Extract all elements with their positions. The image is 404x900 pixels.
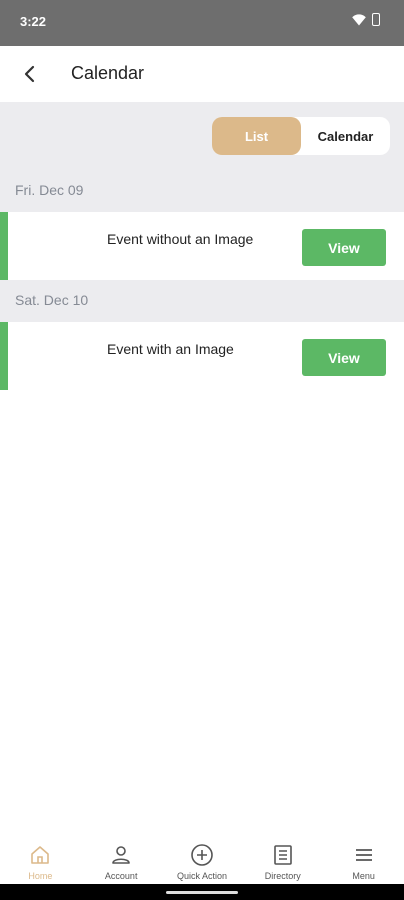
back-arrow-icon — [24, 65, 35, 83]
event-title: Event with an Image — [107, 341, 234, 357]
view-event-button[interactable]: View — [302, 339, 386, 376]
nav-label: Directory — [264, 871, 301, 881]
nav-menu[interactable]: Menu — [323, 834, 404, 884]
calendar-view-tab[interactable]: Calendar — [301, 117, 390, 155]
date-header: Sat. Dec 10 — [0, 280, 404, 322]
event-row: Event without an Image View — [0, 212, 404, 280]
status-icons — [352, 13, 380, 26]
account-icon — [109, 843, 133, 867]
event-row: Event with an Image View — [0, 322, 404, 390]
nav-account[interactable]: Account — [81, 834, 162, 884]
nav-label: Account — [104, 871, 138, 881]
nav-home[interactable]: Home — [0, 834, 81, 884]
nav-directory[interactable]: Directory — [242, 834, 323, 884]
view-event-button[interactable]: View — [302, 229, 386, 266]
directory-icon — [271, 843, 295, 867]
nav-label: Menu — [352, 871, 375, 881]
event-title: Event without an Image — [107, 231, 254, 247]
date-header: Fri. Dec 09 — [0, 170, 404, 212]
home-icon — [28, 843, 52, 867]
gesture-bar — [0, 884, 404, 900]
date-label: Sat. Dec 10 — [15, 292, 89, 308]
bottom-nav: Home Account Quick Action Directory Menu — [0, 834, 404, 884]
nav-label: Home — [28, 871, 53, 881]
view-toggle: List Calendar — [212, 117, 390, 155]
event-accent-bar — [0, 212, 8, 280]
page-title: Calendar — [71, 63, 145, 83]
status-time: 3:22 — [20, 14, 47, 29]
plus-circle-icon — [190, 843, 214, 867]
status-bar: 3:22 — [0, 0, 404, 46]
home-gesture-handle[interactable] — [166, 891, 238, 894]
nav-quick-action[interactable]: Quick Action — [162, 834, 243, 884]
battery-icon — [372, 13, 380, 26]
list-view-tab[interactable]: List — [212, 117, 301, 155]
menu-icon — [352, 843, 376, 867]
event-accent-bar — [0, 322, 8, 390]
wifi-icon — [352, 13, 366, 25]
nav-label: Quick Action — [176, 871, 227, 881]
back-button[interactable] — [16, 61, 42, 87]
app-header: Calendar — [0, 46, 404, 102]
view-toggle-bar: List Calendar — [0, 102, 404, 170]
date-label: Fri. Dec 09 — [15, 182, 84, 198]
